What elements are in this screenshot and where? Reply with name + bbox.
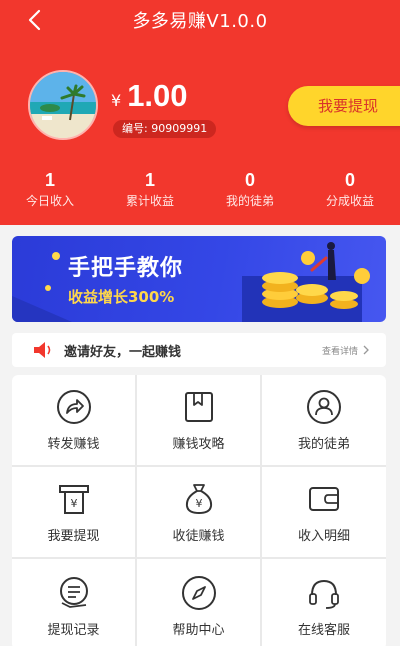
compass-icon: [181, 575, 217, 611]
currency-symbol: ¥: [111, 91, 122, 110]
menu-item-label: 我的徒弟: [297, 436, 350, 452]
balance-amount: 1.00: [127, 78, 188, 113]
stat-share-income[interactable]: 0 分成收益: [300, 168, 400, 218]
stat-value: 1: [144, 170, 155, 190]
avatar[interactable]: [28, 70, 98, 140]
share-icon: [56, 389, 92, 425]
header: 多多易赚V1.0.0 ¥ 1.00 编号: 90909991 我要提现 1 今日…: [0, 0, 400, 225]
topbar: 多多易赚V1.0.0: [0, 0, 400, 40]
user-icon: [306, 389, 342, 425]
menu-item-help[interactable]: 帮助中心: [137, 559, 260, 646]
headset-icon: [306, 575, 342, 611]
speaker-icon: [32, 340, 54, 360]
menu-item-label: 在线客服: [297, 623, 350, 638]
chevron-right-icon: [363, 345, 369, 355]
svg-text:¥: ¥: [195, 497, 202, 510]
balance: ¥ 1.00: [111, 78, 188, 114]
banner-title: 手把手教你: [68, 256, 184, 281]
menu-item-disciples[interactable]: 我的徒弟: [262, 375, 386, 465]
back-icon[interactable]: [22, 8, 46, 32]
stat-today-income[interactable]: 1 今日收入: [0, 168, 100, 218]
banner-subtitle: 收益增长300%: [68, 288, 175, 306]
menu-grid: 转发赚钱 赚钱攻略 我的徒弟 ¥ 我要提现 ¥ 收徒赚钱 收入明细 提现记录 帮…: [12, 375, 386, 646]
menu-item-label: 赚钱攻略: [172, 436, 225, 452]
avatar-image: [30, 72, 96, 138]
stats-row: 1 今日收入 1 累计收益 0 我的徒弟 0 分成收益: [0, 168, 400, 218]
stat-label: 今日收入: [25, 194, 74, 208]
stat-value: 0: [344, 170, 355, 190]
promo-banner[interactable]: 手把手教你 收益增长300%: [12, 236, 386, 322]
stat-value: 0: [244, 170, 255, 190]
invite-notice[interactable]: 邀请好友，一起赚钱 查看详情: [12, 333, 386, 367]
menu-item-label: 收入明细: [297, 528, 350, 544]
view-details-label: 查看详情: [321, 346, 358, 357]
menu-item-guide[interactable]: 赚钱攻略: [137, 375, 260, 465]
menu-item-label: 转发赚钱: [47, 436, 100, 452]
menu-item-income-detail[interactable]: 收入明细: [262, 467, 386, 557]
stat-label: 我的徒弟: [225, 194, 274, 208]
svg-text:¥: ¥: [70, 497, 77, 510]
wallet-icon: [306, 481, 342, 517]
menu-item-share-earn[interactable]: 转发赚钱: [12, 375, 135, 465]
menu-item-label: 我要提现: [47, 528, 100, 544]
view-details-link[interactable]: 查看详情: [322, 344, 370, 357]
stat-total-income[interactable]: 1 累计收益: [100, 168, 200, 218]
menu-item-recruit[interactable]: ¥ 收徒赚钱: [137, 467, 260, 557]
notice-text: 邀请好友，一起赚钱: [64, 344, 182, 360]
bookmark-icon: [181, 389, 217, 425]
withdraw-button[interactable]: 我要提现: [288, 86, 400, 126]
stat-label: 累计收益: [125, 194, 174, 208]
stat-disciples[interactable]: 0 我的徒弟: [200, 168, 300, 218]
menu-item-label: 收徒赚钱: [172, 528, 225, 544]
menu-item-withdraw-record[interactable]: 提现记录: [12, 559, 135, 646]
money-bag-icon: ¥: [181, 481, 217, 517]
atm-icon: ¥: [56, 481, 92, 517]
menu-item-label: 提现记录: [47, 623, 100, 638]
stat-label: 分成收益: [325, 194, 374, 208]
stat-value: 1: [44, 170, 55, 190]
menu-item-label: 帮助中心: [172, 623, 225, 638]
page-title: 多多易赚V1.0.0: [132, 11, 268, 32]
record-icon: [56, 575, 92, 611]
menu-item-support[interactable]: 在线客服: [262, 559, 386, 646]
menu-item-withdraw[interactable]: ¥ 我要提现: [12, 467, 135, 557]
member-id-badge: 编号: 90909991: [113, 120, 217, 138]
